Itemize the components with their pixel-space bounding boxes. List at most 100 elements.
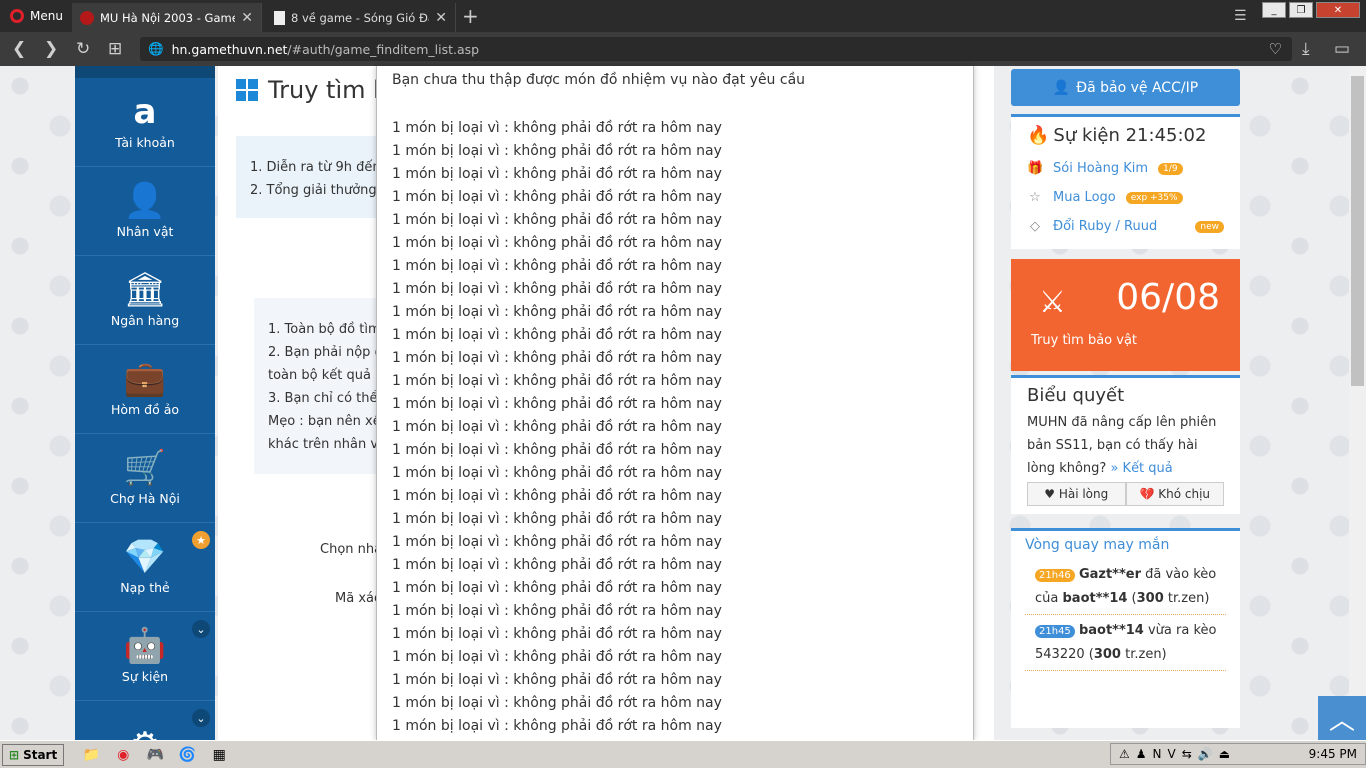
browser-menu-button[interactable]: Menu [0, 0, 70, 32]
chevron-down-icon: ⌄ [192, 709, 210, 727]
treasure-hunt-tile[interactable]: ⚔ 06/08 Truy tìm bảo vật [1011, 259, 1240, 371]
user-icon: 👤 [123, 180, 167, 221]
game-taskbar-icon[interactable]: 🎮 [142, 744, 168, 766]
window-controls: _ ❐ ✕ [1262, 2, 1360, 18]
account-protected-button[interactable]: 👤 Đã bảo vệ ACC/IP [1011, 69, 1240, 106]
nav-item-virtual-chest[interactable]: 💼 Hòm đồ ảo [75, 345, 215, 434]
tab-song-gio[interactable]: 8 về game - Sóng Gió Đầu N ✕ [266, 3, 456, 32]
suitcase-icon: 💼 [123, 358, 167, 399]
user-secret-icon: 👤 [1052, 79, 1071, 96]
poll-results-link[interactable]: » Kết quả [1110, 461, 1172, 476]
diamond-icon: ◇ [1030, 219, 1040, 234]
time-badge: 21h45 [1035, 625, 1075, 638]
event-title: 🔥 Sự kiện 21:45:02 [1027, 125, 1207, 146]
close-tab-icon[interactable]: ✕ [435, 10, 447, 26]
nav-item-market[interactable]: 🛒 Chợ Hà Nội [75, 434, 215, 523]
speed-dial-icon[interactable]: ⊞ [108, 39, 122, 59]
poll-title: Biểu quyết [1027, 385, 1125, 406]
nav-item-settings[interactable]: ⌄ ⚙ [75, 701, 215, 740]
result-row: 1 món bị loại vì : không phải đồ rớt ra … [392, 396, 722, 412]
nav-item-events[interactable]: ⌄ 🤖 Sự kiện [75, 612, 215, 701]
url-input[interactable]: 🌐 hn.gamethuvn.net/#auth/game_finditem_l… [140, 37, 1292, 61]
onenote-icon[interactable]: N [1153, 747, 1162, 761]
vietkey-icon[interactable]: V [1168, 747, 1176, 761]
opera-logo-icon [10, 9, 24, 23]
nav-label: Sự kiện [121, 668, 169, 684]
result-list: 1 món bị loại vì : không phải đồ rớt ra … [392, 117, 973, 738]
nav-item-account[interactable]: a Tài khoản [75, 78, 215, 167]
minimize-icon[interactable]: _ [1262, 2, 1286, 18]
usb-icon[interactable]: ⏏ [1219, 747, 1230, 761]
tab-mu-hanoi[interactable]: MU Hà Nội 2003 - GamethuV ✕ [72, 3, 262, 32]
close-tab-icon[interactable]: ✕ [241, 10, 253, 26]
poll-satisfied-button[interactable]: ♥ Hài lòng [1027, 482, 1126, 506]
warning-icon[interactable]: ⚠ [1119, 747, 1130, 761]
scroll-to-top-button[interactable]: ︿ [1318, 696, 1366, 740]
event-item[interactable]: ◇ Đổi Ruby / Ruud new [1027, 212, 1224, 241]
result-row: 1 món bị loại vì : không phải đồ rớt ra … [392, 350, 722, 366]
nav-item-bank[interactable]: 🏛 Ngân hàng [75, 256, 215, 345]
start-button[interactable]: ⊞ Start [2, 743, 65, 766]
list-item: 21h46 Gazt**er đã vào kèo của baot**14 (… [1025, 559, 1226, 615]
coccoc-taskbar-icon[interactable]: 🌀 [174, 744, 200, 766]
left-navigation: a Tài khoản 👤 Nhân vật 🏛 Ngân hàng 💼 Hòm… [75, 66, 215, 740]
gift-icon: 🎁 [1027, 161, 1044, 176]
maximize-icon[interactable]: ❐ [1289, 2, 1313, 18]
network-icon[interactable]: ⇆ [1182, 747, 1192, 761]
nav-item-character[interactable]: 👤 Nhân vật [75, 167, 215, 256]
event-item[interactable]: 🎁 Sói Hoàng Kim 1/9 [1027, 154, 1224, 183]
result-row: 1 món bị loại vì : không phải đồ rớt ra … [392, 672, 722, 688]
chevron-up-icon: ︿ [1328, 705, 1355, 736]
right-sidebar: 👤 Đã bảo vệ ACC/IP 🔥 Sự kiện 21:45:02 🎁 S… [1011, 66, 1240, 728]
time-badge: 21h46 [1035, 569, 1075, 582]
cart-icon: 🛒 [123, 447, 167, 488]
tab-title: 8 về game - Sóng Gió Đầu N [291, 10, 429, 25]
nav-label: Tài khoản [115, 134, 175, 150]
page-title: Truy tìm b [236, 76, 388, 104]
globe-icon: 🌐 [148, 41, 164, 56]
battery-icon[interactable]: ▭ [1334, 39, 1350, 59]
event-badge: exp +35% [1125, 191, 1183, 204]
page-scrollbar[interactable] [1349, 66, 1366, 740]
treasure-label: Truy tìm bảo vật [1031, 333, 1138, 348]
volume-icon[interactable]: 🔊 [1198, 747, 1213, 761]
event-badge: new [1195, 220, 1224, 233]
calculator-icon[interactable]: ▦ [206, 744, 232, 766]
page-favicon-icon [274, 10, 285, 25]
result-row: 1 món bị loại vì : không phải đồ rớt ra … [392, 419, 722, 435]
result-row: 1 món bị loại vì : không phải đồ rớt ra … [392, 649, 722, 665]
new-tab-icon[interactable]: + [462, 4, 479, 28]
chevron-down-icon: ⌄ [192, 620, 210, 638]
tab-title: MU Hà Nội 2003 - GamethuV [100, 10, 235, 25]
star-badge-icon: ★ [192, 531, 210, 549]
window-close-icon[interactable]: ✕ [1316, 2, 1360, 18]
download-icon[interactable]: ⤓ [1302, 39, 1310, 59]
tab-menu-icon[interactable]: ☰ [1234, 8, 1247, 24]
os-taskbar: ⊞ Start 📁 ◉ 🎮 🌀 ▦ ⚠ ♟ N V ⇆ 🔊 ⏏ 9:45 PM [0, 740, 1366, 768]
result-row: 1 món bị loại vì : không phải đồ rớt ra … [392, 718, 722, 734]
nav-label: Chợ Hà Nội [110, 490, 180, 506]
bookmark-heart-icon[interactable]: ♡ [1269, 40, 1282, 58]
choose-character-label: Chọn nhâ [320, 542, 383, 557]
result-row: 1 món bị loại vì : không phải đồ rớt ra … [392, 327, 722, 343]
mu-favicon-icon [80, 10, 94, 25]
scrollbar-thumb[interactable] [1351, 76, 1364, 386]
nav-item-topup[interactable]: ★ 💎 Nạp thẻ [75, 523, 215, 612]
event-item[interactable]: ☆ Mua Logo exp +35% [1027, 183, 1224, 212]
opera-taskbar-icon[interactable]: ◉ [110, 744, 136, 766]
result-row: 1 món bị loại vì : không phải đồ rớt ra … [392, 511, 722, 527]
result-row: 1 món bị loại vì : không phải đồ rớt ra … [392, 304, 722, 320]
result-row: 1 món bị loại vì : không phải đồ rớt ra … [392, 580, 722, 596]
nav-label: Hòm đồ ảo [110, 401, 180, 417]
tray-app-icon[interactable]: ♟ [1136, 747, 1147, 761]
poll-unsatisfied-button[interactable]: 💔 Khó chịu [1125, 482, 1224, 506]
forward-icon[interactable]: ❯ [44, 39, 58, 59]
fire-icon: 🔥 [1027, 125, 1050, 146]
result-row: 1 món bị loại vì : không phải đồ rớt ra … [392, 695, 722, 711]
url-path: /#auth/game_finditem_list.asp [287, 41, 480, 57]
result-row: 1 món bị loại vì : không phải đồ rớt ra … [392, 534, 722, 550]
address-bar: ❮ ❯ ↻ ⊞ 🌐 hn.gamethuvn.net/#auth/game_fi… [0, 32, 1366, 66]
reload-icon[interactable]: ↻ [76, 39, 90, 59]
folder-icon[interactable]: 📁 [78, 744, 104, 766]
back-icon[interactable]: ❮ [12, 39, 26, 59]
